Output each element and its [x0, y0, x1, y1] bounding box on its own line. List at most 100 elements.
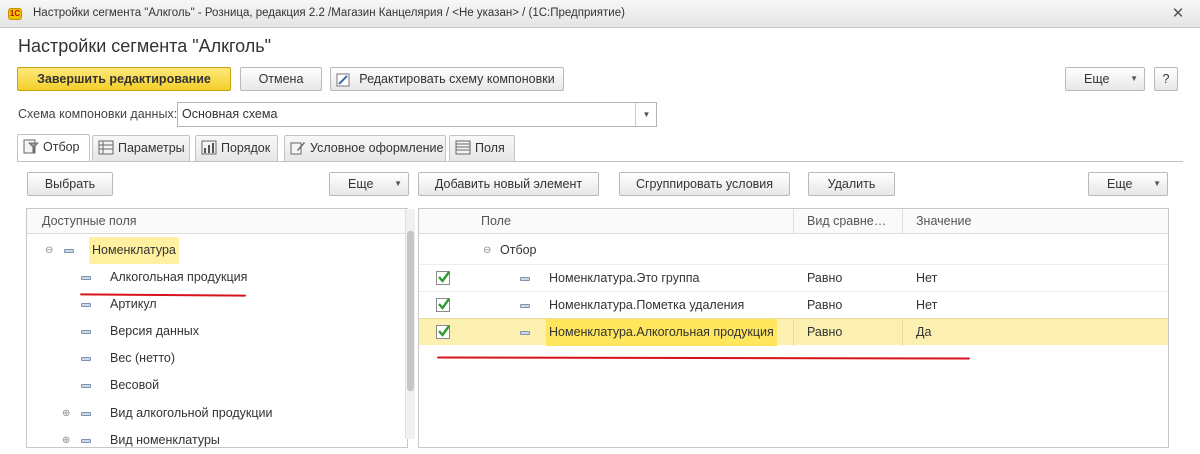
- chevron-down-icon: ▼: [394, 179, 402, 188]
- tree-item-weighted[interactable]: Весовой: [27, 372, 397, 399]
- field-icon: [520, 304, 530, 308]
- right-more-button[interactable]: Еще ▼: [1088, 172, 1168, 196]
- order-icon: [201, 139, 217, 155]
- tree-item-nomenclature[interactable]: ⊖ Номенклатура: [27, 237, 397, 264]
- cancel-button[interactable]: Отмена: [240, 67, 322, 91]
- field-icon: [520, 331, 530, 335]
- row-compare[interactable]: Равно: [807, 319, 842, 346]
- row-checkbox[interactable]: [436, 271, 450, 285]
- filter-group-row[interactable]: ⊖ Отбор: [419, 237, 1168, 264]
- field-icon: [81, 303, 91, 307]
- tab-order[interactable]: Порядок: [195, 135, 278, 161]
- edit-schema-button[interactable]: Редактировать схему компоновки: [330, 67, 564, 91]
- help-button[interactable]: ?: [1154, 67, 1178, 91]
- checkmark-icon: [438, 325, 450, 337]
- row-compare[interactable]: Равно: [807, 265, 842, 292]
- more-button[interactable]: Еще ▼: [1065, 67, 1145, 91]
- field-icon: [81, 330, 91, 334]
- checkmark-icon: [438, 271, 450, 283]
- edit-schema-label: Редактировать схему компоновки: [359, 72, 555, 86]
- chevron-down-icon: ▼: [1153, 179, 1161, 188]
- row-value[interactable]: Нет: [916, 265, 937, 292]
- schema-select[interactable]: Основная схема ▼: [177, 102, 657, 127]
- select-button[interactable]: Выбрать: [27, 172, 113, 196]
- form-title: Настройки сегмента "Алкголь": [18, 36, 272, 56]
- left-more-button[interactable]: Еще ▼: [329, 172, 409, 196]
- filter-icon: [23, 138, 39, 154]
- row-checkbox[interactable]: [436, 325, 450, 339]
- tree-item-label: Вес (нетто): [110, 351, 176, 365]
- row-compare[interactable]: Равно: [807, 292, 842, 319]
- expand-icon[interactable]: ⊕: [62, 435, 70, 447]
- column-compare[interactable]: Вид сравне…: [807, 209, 886, 234]
- schema-label: Схема компоновки данных:: [18, 107, 178, 121]
- row-checkbox[interactable]: [436, 298, 450, 312]
- table-row-selected[interactable]: Номенклатура.Алкогольная продукция Равно…: [419, 318, 1168, 346]
- column-field[interactable]: Поле: [481, 209, 511, 234]
- row-field: Номенклатура.Алкогольная продукция: [546, 319, 777, 346]
- tree-item-nomenclature-kind[interactable]: ⊕ Вид номенклатуры: [27, 427, 397, 454]
- tab-fields-label: Поля: [475, 141, 505, 155]
- more-label: Еще: [1084, 72, 1110, 86]
- cell-divider: [902, 319, 903, 346]
- tree-item-label: Весовой: [110, 378, 160, 392]
- scrollbar[interactable]: [405, 209, 415, 439]
- tab-parameters-label: Параметры: [118, 141, 185, 155]
- tab-filter-label: Отбор: [43, 140, 80, 154]
- delete-button[interactable]: Удалить: [808, 172, 895, 196]
- edit-schema-icon: [336, 72, 350, 87]
- filter-table: Поле Вид сравне… Значение ⊖ Отбор Номенк…: [418, 208, 1169, 448]
- right-more-label: Еще: [1107, 177, 1133, 191]
- field-icon: [81, 276, 91, 280]
- cell-divider: [793, 319, 794, 346]
- expand-icon[interactable]: ⊕: [62, 408, 70, 420]
- window-title-bar: 1C Настройки сегмента "Алкголь" - Розниц…: [0, 0, 1200, 28]
- column-divider: [902, 209, 903, 234]
- add-new-element-button[interactable]: Добавить новый элемент: [418, 172, 599, 196]
- field-icon: [81, 357, 91, 361]
- app-logo-icon: 1C: [8, 8, 22, 20]
- table-row[interactable]: Номенклатура.Это группа Равно Нет: [419, 264, 1168, 291]
- tab-parameters[interactable]: Параметры: [92, 135, 190, 161]
- group-conditions-button[interactable]: Сгруппировать условия: [619, 172, 790, 196]
- window-title: Настройки сегмента "Алкголь" - Розница, …: [33, 7, 625, 19]
- column-divider: [793, 209, 794, 234]
- field-icon: [64, 249, 74, 253]
- field-icon: [81, 384, 91, 388]
- scrollbar-thumb[interactable]: [407, 231, 414, 391]
- field-icon: [81, 439, 91, 443]
- tree-item-label: Версия данных: [110, 324, 200, 338]
- group-label: Отбор: [500, 243, 537, 257]
- available-fields-panel: Доступные поля ⊖ Номенклатура Алкогольна…: [26, 208, 415, 448]
- row-value[interactable]: Да: [916, 319, 931, 346]
- tree-item-net-weight[interactable]: Вес (нетто): [27, 345, 397, 372]
- field-icon: [520, 277, 530, 281]
- field-icon: [81, 412, 91, 416]
- tabs-divider: [17, 161, 1183, 162]
- column-value[interactable]: Значение: [916, 209, 971, 234]
- tree-item-alcohol-kind[interactable]: ⊕ Вид алкогольной продукции: [27, 400, 397, 427]
- chevron-down-icon[interactable]: ▼: [635, 103, 657, 126]
- tree-item-alcohol[interactable]: Алкогольная продукция: [27, 264, 397, 291]
- tab-conditional-format-label: Условное оформление: [310, 141, 444, 155]
- row-field: Номенклатура.Это группа: [549, 271, 700, 285]
- table-row[interactable]: Номенклатура.Пометка удаления Равно Нет: [419, 291, 1168, 318]
- fields-icon: [455, 139, 471, 155]
- collapse-icon[interactable]: ⊖: [45, 245, 53, 257]
- collapse-icon[interactable]: ⊖: [483, 245, 491, 257]
- tree-item-label: Алкогольная продукция: [110, 270, 248, 284]
- tab-filter[interactable]: Отбор: [17, 134, 90, 162]
- tree-item-data-version[interactable]: Версия данных: [27, 318, 397, 345]
- tree-item-label: Вид алкогольной продукции: [110, 406, 273, 420]
- parameters-icon: [98, 139, 114, 155]
- tree-item-label: Номенклатура: [89, 237, 179, 264]
- row-value[interactable]: Нет: [916, 292, 937, 319]
- close-icon[interactable]: ✕: [1168, 4, 1188, 24]
- tree-item-label: Вид номенклатуры: [110, 433, 220, 447]
- tab-fields[interactable]: Поля: [449, 135, 515, 161]
- schema-select-value: Основная схема: [182, 107, 278, 121]
- finish-editing-button[interactable]: Завершить редактирование: [17, 67, 231, 91]
- filter-table-header: Поле Вид сравне… Значение: [419, 209, 1168, 234]
- tab-conditional-format[interactable]: Условное оформление: [284, 135, 446, 161]
- left-more-label: Еще: [348, 177, 374, 191]
